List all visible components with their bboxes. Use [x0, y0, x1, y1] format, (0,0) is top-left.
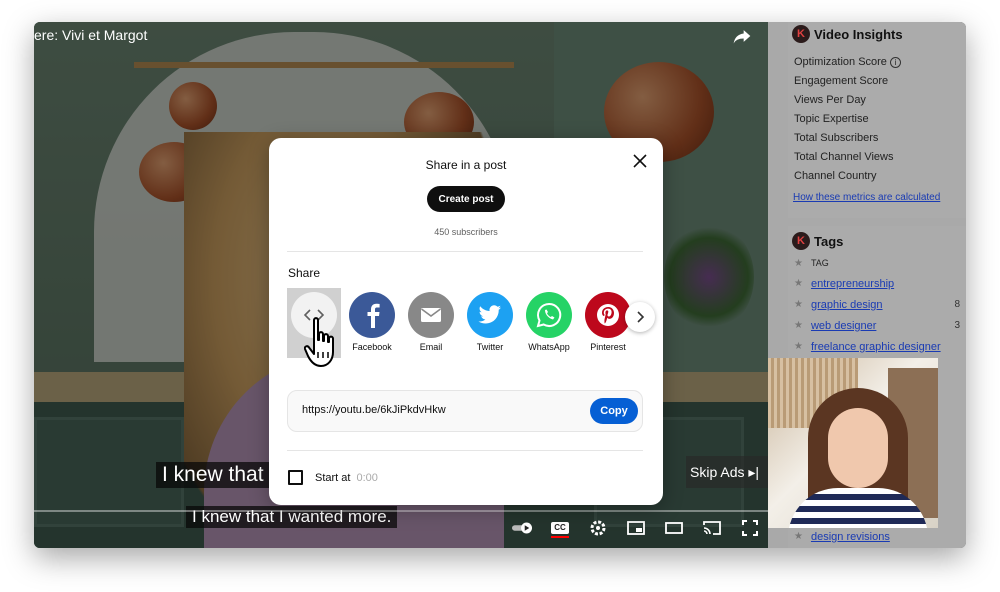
- share-option-whatsapp[interactable]: WhatsApp: [520, 288, 578, 352]
- tag-link[interactable]: design revisions: [811, 531, 890, 543]
- extension-logo-icon: K: [792, 232, 810, 250]
- create-post-button[interactable]: Create post: [427, 186, 505, 212]
- cc-icon[interactable]: CC: [550, 519, 570, 538]
- tag-link[interactable]: entrepreneurship: [811, 278, 894, 290]
- hand-cursor-icon: [304, 317, 334, 367]
- share-url-field[interactable]: https://youtu.be/6kJiPkdvHkw Copy: [287, 390, 643, 432]
- share-section-label: Share: [288, 266, 321, 280]
- start-at-label: Start at: [315, 471, 351, 484]
- miniplayer-icon[interactable]: [626, 519, 646, 537]
- chevron-right-icon[interactable]: [625, 302, 655, 332]
- metric-engagement-score: Engagement Score: [794, 75, 889, 87]
- autoplay-toggle-icon[interactable]: [512, 519, 532, 537]
- video-title[interactable]: ere: Vivi et Margot: [34, 27, 147, 43]
- metric-views-per-day: Views Per Day: [794, 94, 866, 106]
- share-option-email[interactable]: Email: [402, 288, 460, 352]
- theater-mode-icon[interactable]: [664, 519, 684, 537]
- tag-row: ★ entrepreneurship: [788, 273, 966, 294]
- cast-icon[interactable]: [702, 519, 722, 537]
- star-icon[interactable]: ★: [794, 299, 803, 310]
- tags-title: Tags: [814, 233, 844, 249]
- whatsapp-icon: [526, 292, 572, 338]
- extension-logo-icon: K: [792, 25, 810, 43]
- copy-button[interactable]: Copy: [590, 398, 638, 424]
- facebook-icon: [349, 292, 395, 338]
- info-icon[interactable]: i: [889, 56, 901, 68]
- divider: [287, 251, 643, 252]
- share-option-twitter[interactable]: Twitter: [461, 288, 519, 352]
- close-icon[interactable]: [631, 152, 649, 170]
- tags-column-header: ★ TAG: [794, 258, 829, 269]
- metric-total-channel-views: Total Channel Views: [794, 151, 894, 163]
- video-insights-panel: K Video Insights Optimization Score i Eng…: [788, 22, 966, 218]
- tag-row: ★ design revisions: [788, 526, 896, 547]
- caption-line-primary: I knew that: [156, 462, 270, 488]
- star-icon[interactable]: ★: [794, 341, 803, 352]
- share-url-text[interactable]: https://youtu.be/6kJiPkdvHkw: [302, 404, 446, 416]
- share-arrow-icon[interactable]: [732, 26, 752, 46]
- settings-icon[interactable]: [588, 519, 608, 537]
- metric-topic-expertise: Topic Expertise: [794, 113, 869, 125]
- share-option-facebook[interactable]: Facebook: [343, 288, 401, 352]
- dialog-title: Share in a post: [425, 158, 507, 172]
- twitter-icon: [467, 292, 513, 338]
- star-icon[interactable]: ★: [794, 320, 803, 331]
- fullscreen-icon[interactable]: [740, 519, 760, 537]
- start-at-checkbox[interactable]: [288, 470, 303, 485]
- tag-link[interactable]: web designer: [811, 320, 876, 332]
- tag-row: ★ freelance graphic designer: [788, 336, 966, 357]
- metric-channel-country: Channel Country: [794, 170, 877, 182]
- tag-row: ★ web designer 3: [794, 319, 960, 332]
- star-icon[interactable]: ★: [794, 531, 803, 542]
- start-at-row: Start at 0:00: [288, 470, 378, 485]
- skip-ads-button[interactable]: Skip Ads ▸|: [686, 456, 768, 488]
- divider: [287, 450, 643, 451]
- metric-optimization-score: Optimization Score i: [788, 53, 966, 72]
- tag-link[interactable]: graphic design: [811, 299, 883, 311]
- subscriber-count: 450 subscribers: [434, 227, 498, 237]
- metrics-info-link[interactable]: How these metrics are calculated: [788, 186, 966, 209]
- tag-row: ★ graphic design 8: [794, 298, 960, 311]
- webcam-overlay: [768, 358, 938, 528]
- insights-title: Video Insights: [814, 26, 903, 42]
- tag-link[interactable]: freelance graphic designer: [811, 341, 941, 353]
- metric-total-subscribers: Total Subscribers: [794, 132, 879, 144]
- progress-bar[interactable]: [34, 510, 768, 512]
- star-icon[interactable]: ★: [794, 278, 803, 289]
- email-icon: [408, 292, 454, 338]
- player-controls: CC: [504, 516, 768, 540]
- start-at-time[interactable]: 0:00: [356, 472, 377, 484]
